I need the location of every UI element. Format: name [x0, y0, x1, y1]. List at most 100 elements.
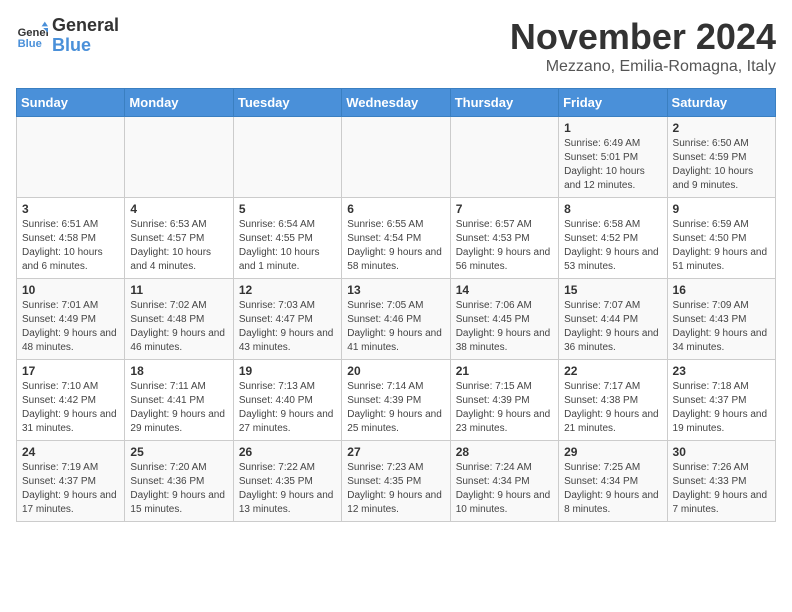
day-info: Sunrise: 7:09 AM Sunset: 4:43 PM Dayligh… — [673, 299, 770, 355]
day-number: 29 — [564, 445, 661, 459]
day-info: Sunrise: 7:23 AM Sunset: 4:35 PM Dayligh… — [347, 461, 444, 517]
day-info: Sunrise: 6:55 AM Sunset: 4:54 PM Dayligh… — [347, 218, 444, 274]
title-area: November 2024 Mezzano, Emilia-Romagna, I… — [510, 16, 776, 76]
calendar-cell: 5 Sunrise: 6:54 AM Sunset: 4:55 PM Daylig… — [233, 198, 341, 279]
day-info: Sunrise: 7:10 AM Sunset: 4:42 PM Dayligh… — [22, 380, 119, 436]
month-title: November 2024 — [510, 16, 776, 58]
svg-text:Blue: Blue — [18, 38, 42, 50]
day-number: 22 — [564, 364, 661, 378]
day-number: 26 — [239, 445, 336, 459]
week-row-4: 17 Sunrise: 7:10 AM Sunset: 4:42 PM Dayli… — [17, 360, 776, 441]
day-info: Sunrise: 7:05 AM Sunset: 4:46 PM Dayligh… — [347, 299, 444, 355]
day-info: Sunrise: 7:24 AM Sunset: 4:34 PM Dayligh… — [456, 461, 553, 517]
day-info: Sunrise: 7:02 AM Sunset: 4:48 PM Dayligh… — [130, 299, 227, 355]
calendar-cell: 9 Sunrise: 6:59 AM Sunset: 4:50 PM Daylig… — [667, 198, 775, 279]
day-number: 19 — [239, 364, 336, 378]
day-number: 4 — [130, 202, 227, 216]
page-header: General Blue GeneralBlue November 2024 M… — [16, 16, 776, 76]
calendar-cell: 30Sunrise: 7:26 AM Sunset: 4:33 PM Dayli… — [667, 441, 775, 522]
day-number: 28 — [456, 445, 553, 459]
day-number: 16 — [673, 283, 770, 297]
day-info: Sunrise: 7:06 AM Sunset: 4:45 PM Dayligh… — [456, 299, 553, 355]
day-number: 1 — [564, 121, 661, 135]
day-number: 7 — [456, 202, 553, 216]
day-number: 21 — [456, 364, 553, 378]
logo-icon: General Blue — [16, 20, 48, 52]
day-number: 9 — [673, 202, 770, 216]
calendar-cell: 21Sunrise: 7:15 AM Sunset: 4:39 PM Dayli… — [450, 360, 558, 441]
day-info: Sunrise: 7:22 AM Sunset: 4:35 PM Dayligh… — [239, 461, 336, 517]
calendar-cell: 17 Sunrise: 7:10 AM Sunset: 4:42 PM Dayli… — [17, 360, 125, 441]
calendar-cell: 23 Sunrise: 7:18 AM Sunset: 4:37 PM Dayli… — [667, 360, 775, 441]
day-info: Sunrise: 7:18 AM Sunset: 4:37 PM Dayligh… — [673, 380, 770, 436]
day-number: 11 — [130, 283, 227, 297]
calendar-cell: 20 Sunrise: 7:14 AM Sunset: 4:39 PM Dayli… — [342, 360, 450, 441]
calendar-cell: 7Sunrise: 6:57 AM Sunset: 4:53 PM Daylig… — [450, 198, 558, 279]
day-number: 17 — [22, 364, 119, 378]
calendar-cell — [125, 117, 233, 198]
day-info: Sunrise: 6:54 AM Sunset: 4:55 PM Dayligh… — [239, 218, 336, 274]
day-number: 14 — [456, 283, 553, 297]
calendar-cell: 8 Sunrise: 6:58 AM Sunset: 4:52 PM Daylig… — [559, 198, 667, 279]
calendar-cell — [233, 117, 341, 198]
day-number: 24 — [22, 445, 119, 459]
calendar-cell: 1 Sunrise: 6:49 AM Sunset: 5:01 PM Daylig… — [559, 117, 667, 198]
calendar-cell: 10 Sunrise: 7:01 AM Sunset: 4:49 PM Dayli… — [17, 279, 125, 360]
logo: General Blue GeneralBlue — [16, 16, 119, 56]
calendar-cell — [450, 117, 558, 198]
calendar-header-row: SundayMondayTuesdayWednesdayThursdayFrid… — [17, 89, 776, 117]
week-row-3: 10 Sunrise: 7:01 AM Sunset: 4:49 PM Dayli… — [17, 279, 776, 360]
day-info: Sunrise: 6:58 AM Sunset: 4:52 PM Dayligh… — [564, 218, 661, 274]
svg-text:General: General — [18, 27, 48, 39]
header-saturday: Saturday — [667, 89, 775, 117]
day-number: 15 — [564, 283, 661, 297]
header-sunday: Sunday — [17, 89, 125, 117]
calendar-cell: 12 Sunrise: 7:03 AM Sunset: 4:47 PM Dayli… — [233, 279, 341, 360]
day-info: Sunrise: 7:07 AM Sunset: 4:44 PM Dayligh… — [564, 299, 661, 355]
day-info: Sunrise: 6:50 AM Sunset: 4:59 PM Dayligh… — [673, 137, 770, 193]
week-row-5: 24 Sunrise: 7:19 AM Sunset: 4:37 PM Dayli… — [17, 441, 776, 522]
day-info: Sunrise: 6:51 AM Sunset: 4:58 PM Dayligh… — [22, 218, 119, 274]
header-tuesday: Tuesday — [233, 89, 341, 117]
day-number: 10 — [22, 283, 119, 297]
day-number: 2 — [673, 121, 770, 135]
day-info: Sunrise: 6:53 AM Sunset: 4:57 PM Dayligh… — [130, 218, 227, 274]
calendar-cell: 25Sunrise: 7:20 AM Sunset: 4:36 PM Dayli… — [125, 441, 233, 522]
day-number: 5 — [239, 202, 336, 216]
calendar-cell: 22 Sunrise: 7:17 AM Sunset: 4:38 PM Dayli… — [559, 360, 667, 441]
header-friday: Friday — [559, 89, 667, 117]
day-info: Sunrise: 7:17 AM Sunset: 4:38 PM Dayligh… — [564, 380, 661, 436]
day-number: 23 — [673, 364, 770, 378]
calendar-cell: 19Sunrise: 7:13 AM Sunset: 4:40 PM Dayli… — [233, 360, 341, 441]
calendar-cell: 28 Sunrise: 7:24 AM Sunset: 4:34 PM Dayli… — [450, 441, 558, 522]
day-info: Sunrise: 7:01 AM Sunset: 4:49 PM Dayligh… — [22, 299, 119, 355]
day-info: Sunrise: 7:20 AM Sunset: 4:36 PM Dayligh… — [130, 461, 227, 517]
day-number: 18 — [130, 364, 227, 378]
day-number: 6 — [347, 202, 444, 216]
day-info: Sunrise: 7:14 AM Sunset: 4:39 PM Dayligh… — [347, 380, 444, 436]
calendar-cell: 27Sunrise: 7:23 AM Sunset: 4:35 PM Dayli… — [342, 441, 450, 522]
calendar-cell — [342, 117, 450, 198]
day-info: Sunrise: 7:25 AM Sunset: 4:34 PM Dayligh… — [564, 461, 661, 517]
day-info: Sunrise: 6:59 AM Sunset: 4:50 PM Dayligh… — [673, 218, 770, 274]
calendar-table: SundayMondayTuesdayWednesdayThursdayFrid… — [16, 88, 776, 522]
week-row-1: 1 Sunrise: 6:49 AM Sunset: 5:01 PM Daylig… — [17, 117, 776, 198]
day-info: Sunrise: 7:03 AM Sunset: 4:47 PM Dayligh… — [239, 299, 336, 355]
day-number: 20 — [347, 364, 444, 378]
calendar-cell: 6 Sunrise: 6:55 AM Sunset: 4:54 PM Daylig… — [342, 198, 450, 279]
day-info: Sunrise: 6:49 AM Sunset: 5:01 PM Dayligh… — [564, 137, 661, 193]
calendar-cell: 15 Sunrise: 7:07 AM Sunset: 4:44 PM Dayli… — [559, 279, 667, 360]
day-info: Sunrise: 7:19 AM Sunset: 4:37 PM Dayligh… — [22, 461, 119, 517]
calendar-cell: 11 Sunrise: 7:02 AM Sunset: 4:48 PM Dayli… — [125, 279, 233, 360]
location-subtitle: Mezzano, Emilia-Romagna, Italy — [510, 58, 776, 76]
header-wednesday: Wednesday — [342, 89, 450, 117]
calendar-cell: 26 Sunrise: 7:22 AM Sunset: 4:35 PM Dayli… — [233, 441, 341, 522]
calendar-cell: 3Sunrise: 6:51 AM Sunset: 4:58 PM Daylig… — [17, 198, 125, 279]
week-row-2: 3Sunrise: 6:51 AM Sunset: 4:58 PM Daylig… — [17, 198, 776, 279]
header-monday: Monday — [125, 89, 233, 117]
calendar-cell: 2 Sunrise: 6:50 AM Sunset: 4:59 PM Daylig… — [667, 117, 775, 198]
day-number: 8 — [564, 202, 661, 216]
calendar-cell: 13Sunrise: 7:05 AM Sunset: 4:46 PM Dayli… — [342, 279, 450, 360]
day-number: 12 — [239, 283, 336, 297]
logo-text: GeneralBlue — [52, 16, 119, 56]
